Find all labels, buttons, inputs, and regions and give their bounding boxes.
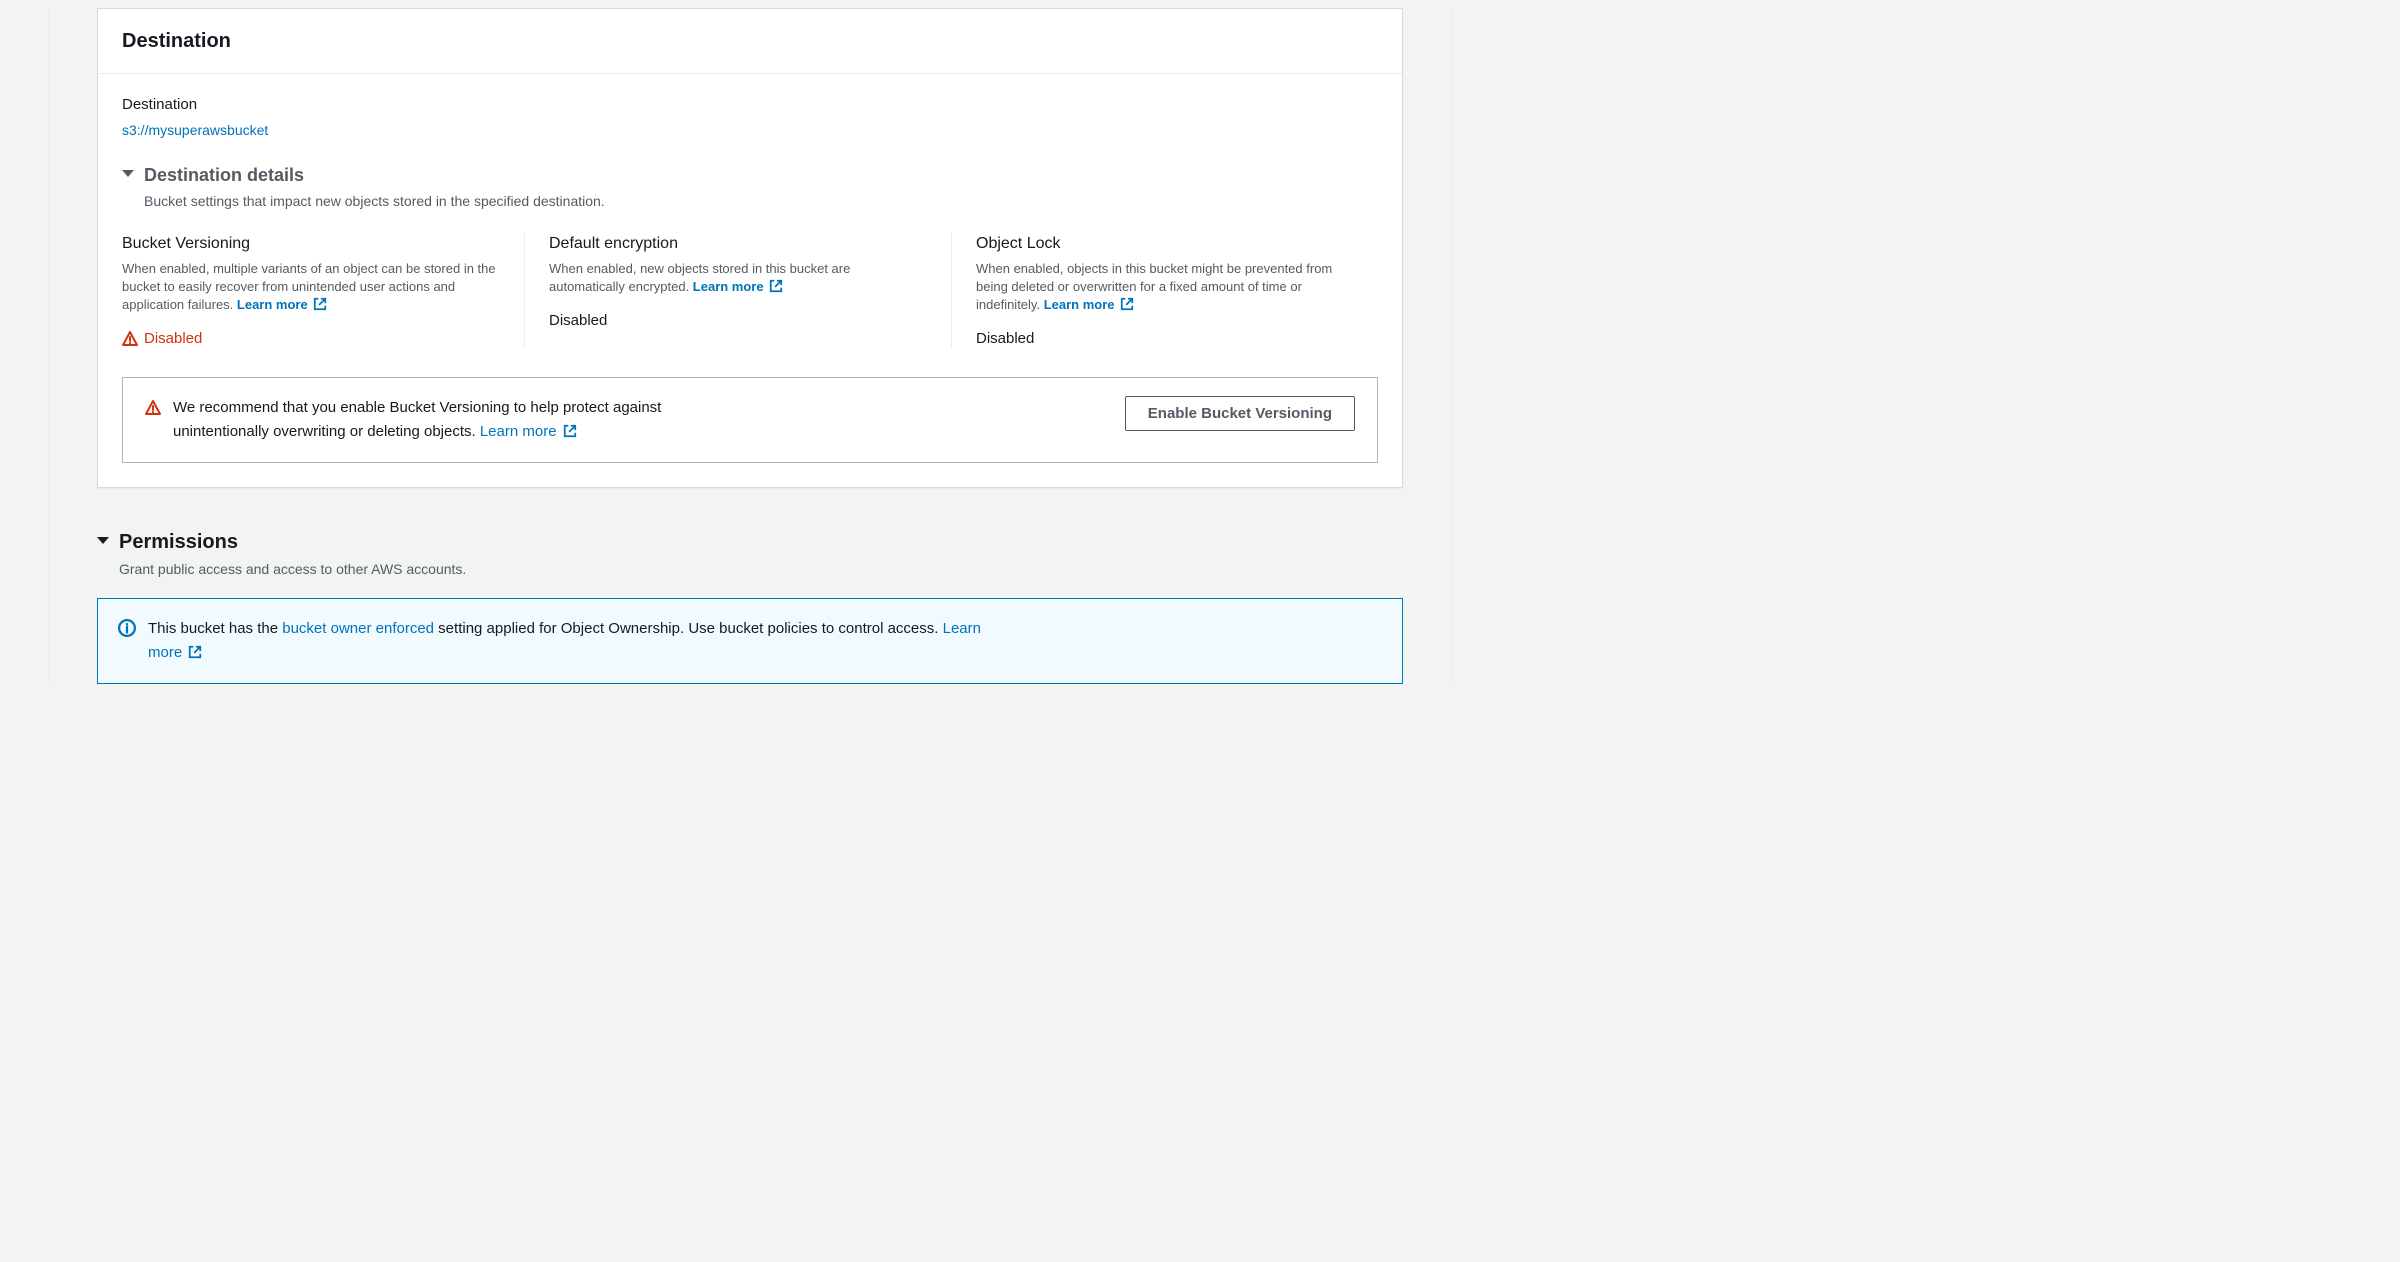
bucket-versioning-column: Bucket Versioning When enabled, multiple… — [122, 233, 524, 349]
object-lock-column: Object Lock When enabled, objects in thi… — [951, 233, 1378, 349]
bucket-versioning-heading: Bucket Versioning — [122, 233, 500, 255]
destination-details-columns: Bucket Versioning When enabled, multiple… — [122, 233, 1378, 349]
permissions-expander[interactable]: Permissions Grant public access and acce… — [97, 528, 1403, 580]
default-encryption-learn-more-link[interactable]: Learn more — [693, 279, 783, 294]
default-encryption-status: Disabled — [549, 310, 927, 331]
external-link-icon — [1120, 297, 1134, 311]
default-encryption-heading: Default encryption — [549, 233, 927, 255]
destination-bucket-link[interactable]: s3://mysuperawsbucket — [122, 122, 268, 138]
permissions-banner-text: This bucket has the bucket owner enforce… — [148, 617, 1008, 665]
destination-details-expander[interactable]: Destination details Bucket settings that… — [122, 163, 1378, 212]
bucket-owner-enforced-link[interactable]: bucket owner enforced — [282, 620, 434, 637]
warning-icon — [145, 400, 161, 416]
versioning-recommendation-learn-more-link[interactable]: Learn more — [480, 423, 577, 440]
bucket-versioning-desc: When enabled, multiple variants of an ob… — [122, 260, 500, 315]
external-link-icon — [188, 645, 202, 659]
object-lock-heading: Object Lock — [976, 233, 1354, 255]
versioning-recommendation-text: We recommend that you enable Bucket Vers… — [173, 396, 713, 444]
permissions-subtext: Grant public access and access to other … — [119, 560, 466, 580]
permissions-heading: Permissions — [119, 528, 466, 556]
destination-panel-header: Destination — [98, 9, 1402, 74]
object-lock-status: Disabled — [976, 328, 1354, 349]
info-icon — [118, 619, 136, 637]
versioning-recommendation-alert: We recommend that you enable Bucket Vers… — [122, 377, 1378, 463]
default-encryption-column: Default encryption When enabled, new obj… — [524, 233, 951, 349]
destination-details-heading: Destination details — [144, 163, 605, 188]
object-lock-learn-more-link[interactable]: Learn more — [1044, 297, 1134, 312]
caret-down-icon — [122, 170, 134, 177]
destination-field-label: Destination — [122, 94, 1378, 115]
caret-down-icon — [97, 537, 109, 544]
default-encryption-desc: When enabled, new objects stored in this… — [549, 260, 927, 296]
destination-panel-body: Destination s3://mysuperawsbucket Destin… — [98, 74, 1402, 487]
bucket-versioning-learn-more-link[interactable]: Learn more — [237, 297, 327, 312]
destination-panel: Destination Destination s3://mysuperawsb… — [97, 8, 1403, 488]
permissions-info-banner: This bucket has the bucket owner enforce… — [97, 598, 1403, 684]
external-link-icon — [563, 424, 577, 438]
destination-title: Destination — [122, 27, 1378, 55]
enable-bucket-versioning-button[interactable]: Enable Bucket Versioning — [1125, 396, 1355, 431]
destination-details-subtext: Bucket settings that impact new objects … — [144, 192, 605, 212]
object-lock-desc: When enabled, objects in this bucket mig… — [976, 260, 1354, 315]
external-link-icon — [769, 279, 783, 293]
warning-icon — [122, 331, 138, 347]
bucket-versioning-status: Disabled — [122, 328, 500, 349]
external-link-icon — [313, 297, 327, 311]
